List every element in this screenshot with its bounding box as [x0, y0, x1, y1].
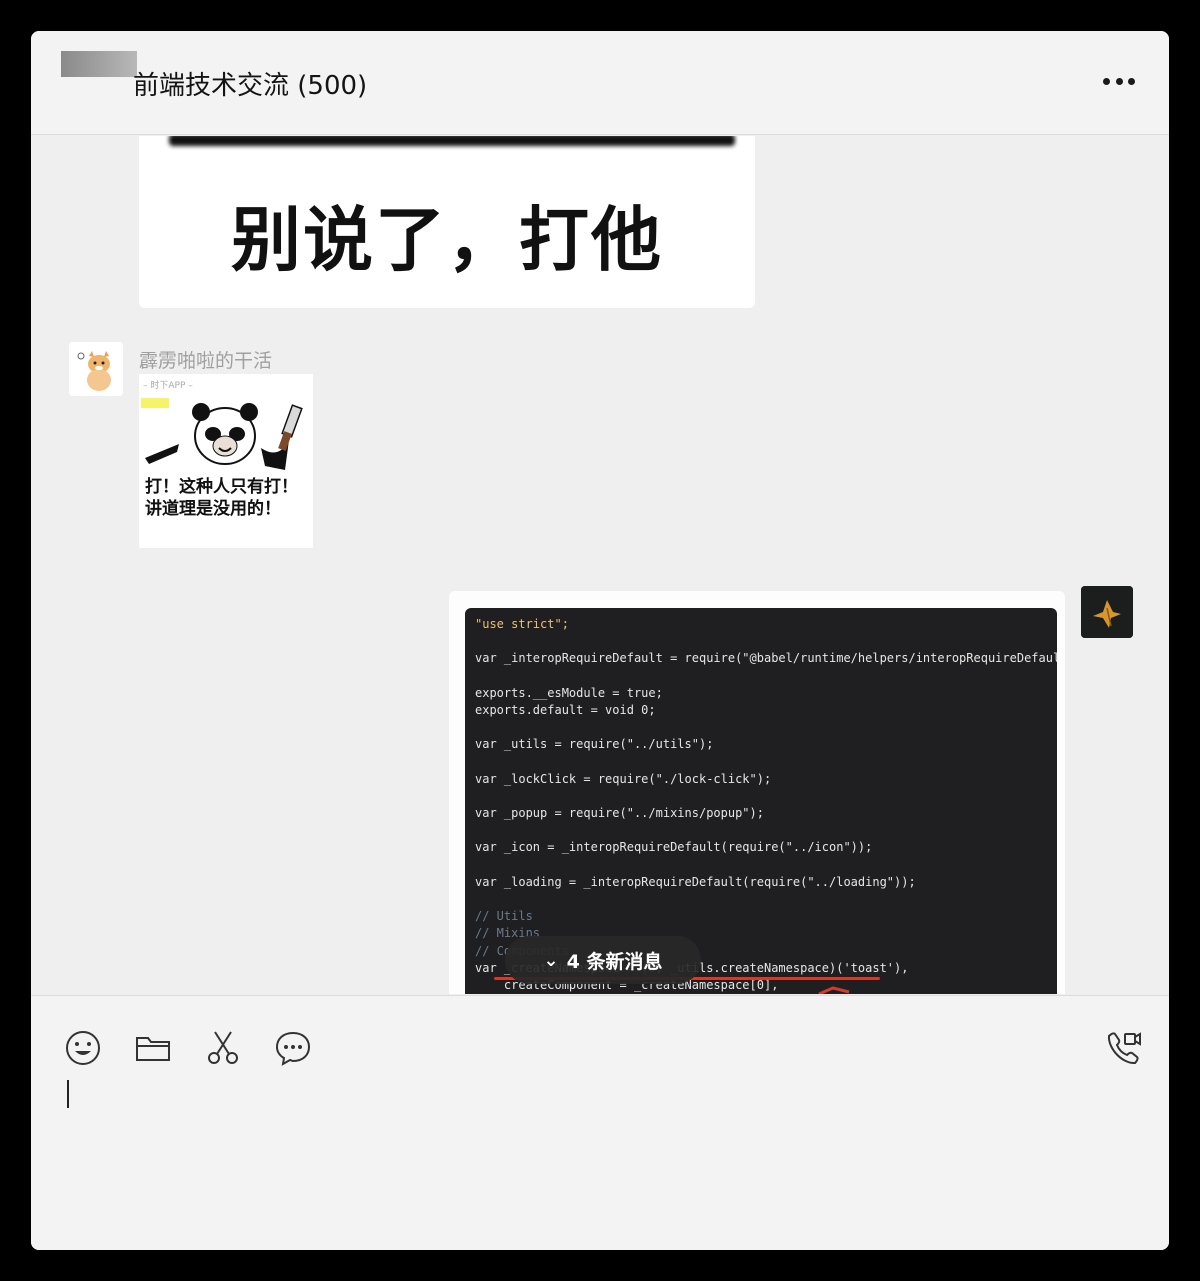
code-line: var _utils = require("../utils");	[475, 737, 714, 752]
code-line: var _lockClick = require("./lock-click")…	[475, 771, 772, 786]
code-line: exports.__esModule = true;	[475, 685, 663, 700]
folder-icon[interactable]	[133, 1028, 173, 1068]
chat-window: 前端技术交流 (500) 别说了，打他 霹雳啪啦的干活 – 时下APP – 打！…	[31, 31, 1169, 1250]
panda-face-icon	[145, 403, 303, 470]
dot	[1103, 77, 1110, 85]
sticker-text: 别说了，打他	[231, 199, 663, 281]
chat-header: 前端技术交流 (500)	[31, 31, 1169, 135]
red-arrow-icon	[818, 986, 850, 994]
scissors-icon[interactable]	[203, 1028, 243, 1068]
emoji-icon[interactable]	[63, 1028, 103, 1068]
code-line: "use strict";	[475, 617, 569, 631]
code-line: var _loading = _interopRequireDefault(re…	[475, 874, 916, 889]
dot	[1128, 77, 1135, 85]
sender-name: 霹雳啪啦的干活	[139, 350, 273, 372]
sticker-message[interactable]: 别说了，打他	[139, 136, 755, 308]
sticker-watermark: – 时下APP –	[143, 381, 193, 391]
code-line: var _interopRequireDefault = require("@b…	[475, 651, 1057, 666]
new-messages-button[interactable]: ⌄ 4 条新消息	[505, 936, 701, 984]
sticker-decoration	[169, 136, 735, 146]
double-chevron-down-icon: ⌄	[543, 949, 559, 971]
my-avatar[interactable]	[1081, 586, 1133, 638]
code-line: // Utils	[475, 909, 533, 924]
image-message[interactable]: "use strict"; var _interopRequireDefault…	[449, 591, 1065, 994]
message-list[interactable]: 别说了，打他 霹雳啪啦的干活 – 时下APP – 打！这种人只有打！ 讲道理是没…	[31, 136, 1169, 994]
chat-bubble-icon[interactable]	[273, 1028, 313, 1068]
sticker-message[interactable]: – 时下APP – 打！这种人只有打！ 讲道理是没用的！	[139, 374, 313, 548]
chat-title: 前端技术交流 (500)	[133, 71, 368, 101]
more-icon[interactable]	[1099, 69, 1139, 93]
code-line: var _popup = require("../mixins/popup");	[475, 806, 764, 821]
code-line: exports.default = void 0;	[475, 702, 656, 717]
new-messages-label: 4 条新消息	[566, 950, 663, 973]
sticker-caption-line: 讲道理是没用的！	[145, 499, 281, 519]
composer[interactable]	[31, 995, 1169, 1250]
phone-video-icon[interactable]	[1103, 1028, 1143, 1068]
sticker-caption-line: 打！这种人只有打！	[145, 477, 298, 497]
sender-avatar[interactable]	[69, 342, 123, 396]
group-avatar[interactable]	[61, 51, 137, 77]
dot	[1115, 77, 1123, 85]
text-input-caret[interactable]	[67, 1080, 69, 1108]
sticker-caption: 打！这种人只有打！ 讲道理是没用的！	[145, 476, 313, 520]
code-line: var _icon = _interopRequireDefault(requi…	[475, 840, 873, 855]
